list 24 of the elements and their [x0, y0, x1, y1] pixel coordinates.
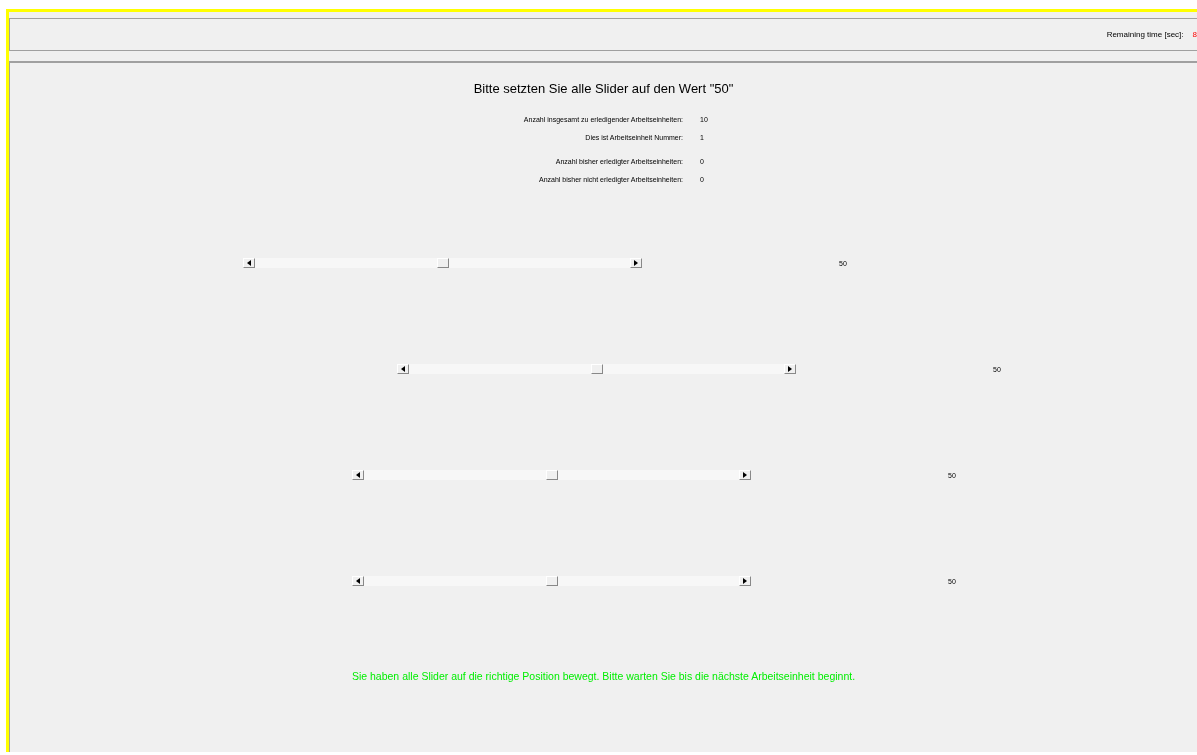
left-arrow-icon — [356, 578, 360, 584]
remaining-time-value: 8 — [1192, 30, 1197, 39]
right-arrow-icon — [788, 366, 792, 372]
right-arrow-icon — [634, 260, 638, 266]
scroll-right-button[interactable] — [739, 470, 751, 480]
slider-thumb[interactable] — [545, 576, 558, 586]
task-title: Bitte setzten Sie alle Slider auf den Wert "50" — [472, 80, 735, 96]
success-message: Sie haben alle Slider auf die richtige Position bewegt. Bitte warten Sie bis die nächste Arbeitseinheit beginnt. — [350, 670, 857, 682]
scroll-left-button[interactable] — [352, 576, 364, 586]
scroll-right-button[interactable] — [739, 576, 751, 586]
right-arrow-icon — [743, 578, 747, 584]
left-arrow-icon — [356, 472, 360, 478]
slider-thumb[interactable] — [545, 470, 558, 480]
left-arrow-icon — [247, 260, 251, 266]
right-arrow-icon — [743, 472, 747, 478]
slider-thumb[interactable] — [590, 364, 603, 374]
slider-thumb[interactable] — [436, 258, 449, 268]
scroll-left-button[interactable] — [397, 364, 409, 374]
left-arrow-icon — [401, 366, 405, 372]
remaining-time-label: Remaining time [sec]: — [1106, 30, 1184, 39]
scroll-right-button[interactable] — [784, 364, 796, 374]
scroll-left-button[interactable] — [243, 258, 255, 268]
scroll-left-button[interactable] — [352, 470, 364, 480]
scroll-right-button[interactable] — [630, 258, 642, 268]
